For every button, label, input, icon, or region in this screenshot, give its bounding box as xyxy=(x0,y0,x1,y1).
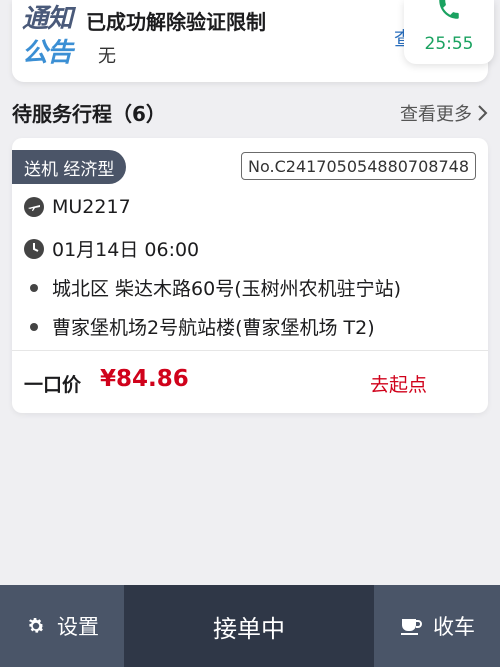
gear-icon xyxy=(28,618,45,633)
bottom-bar: 设置 接单中 收车 xyxy=(0,585,500,667)
end-shift-label: 收车 xyxy=(433,615,475,639)
view-more-link[interactable]: 查看更多 xyxy=(400,100,488,126)
pickup-time: 01月14日 06:00 xyxy=(52,239,200,261)
notice-headline: 已成功解除验证限制 xyxy=(86,10,266,34)
plane-icon xyxy=(24,197,44,217)
notice-logo-line1: 通知 xyxy=(22,4,73,34)
notice-logo: 通知 公告 xyxy=(22,2,82,74)
price-label: 一口价 xyxy=(24,374,82,396)
divider xyxy=(12,350,488,351)
settings-label: 设置 xyxy=(57,615,99,639)
destination-address: 曹家堡机场2号航站楼(曹家堡机场 T2) xyxy=(52,317,375,339)
order-number: No.C241705054880708748 xyxy=(241,152,476,180)
go-to-pickup-button[interactable]: 去起点 xyxy=(370,370,427,397)
end-shift-button[interactable]: 收车 xyxy=(374,585,500,667)
call-timer: 25:55 xyxy=(424,34,474,54)
destination-row: 曹家堡机场2号航站楼(曹家堡机场 T2) xyxy=(24,313,375,340)
section-title: 待服务行程（6） xyxy=(12,102,166,126)
flight-row: MU2217 xyxy=(24,196,131,218)
settings-button[interactable]: 设置 xyxy=(0,585,124,667)
destination-dot-icon xyxy=(30,322,38,331)
clock-icon xyxy=(24,238,44,259)
phone-icon xyxy=(439,0,459,19)
call-timer-bubble[interactable]: 25:55 xyxy=(404,0,494,64)
trip-card[interactable]: 送机 经济型 No.C241705054880708748 MU2217 01月… xyxy=(12,138,488,413)
origin-row: 城北区 柴达木路60号(玉树州农机驻宁站) xyxy=(24,274,401,301)
time-row: 01月14日 06:00 xyxy=(24,235,199,262)
price-value: ¥84.86 xyxy=(100,366,189,392)
flight-number: MU2217 xyxy=(52,196,131,218)
trip-type-tag: 送机 经济型 xyxy=(12,150,126,184)
view-more-label: 查看更多 xyxy=(400,104,472,125)
chevron-right-icon xyxy=(478,105,488,121)
origin-address: 城北区 柴达木路60号(玉树州农机驻宁站) xyxy=(52,278,402,300)
accepting-orders-button[interactable]: 接单中 xyxy=(124,585,374,667)
origin-dot-icon xyxy=(30,283,38,292)
notice-content: 无 xyxy=(98,46,116,67)
cup-icon xyxy=(401,619,422,635)
notice-logo-line2: 公告 xyxy=(22,38,73,68)
